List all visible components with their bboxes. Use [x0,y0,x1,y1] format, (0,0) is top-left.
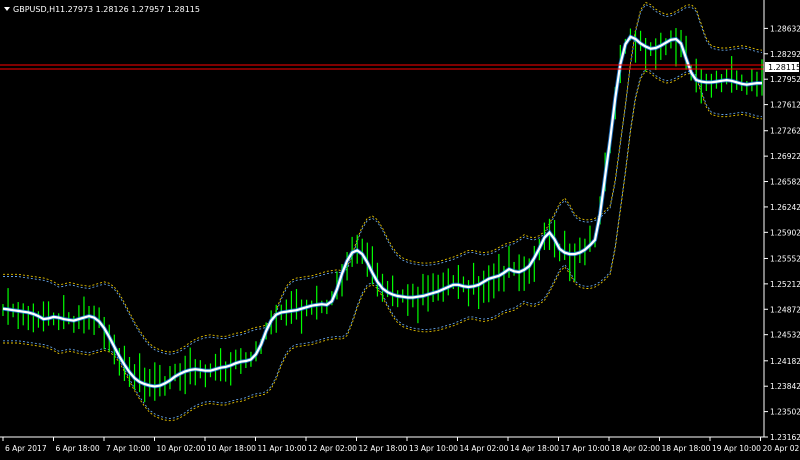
y-tick-label: 1.25212 [770,280,800,289]
y-tick-label: 1.27262 [770,127,800,136]
x-tick-label: 6 Apr 2017 [5,444,47,453]
x-tick-label: 17 Apr 10:00 [561,444,610,453]
x-tick-label: 18 Apr 18:00 [662,444,711,453]
x-tick-label: 19 Apr 10:00 [712,444,761,453]
x-tick-label: 18 Apr 02:00 [611,444,660,453]
y-tick-label: 1.23502 [770,408,800,417]
x-tick-label: 6 Apr 18:00 [56,444,100,453]
x-tick-label: 13 Apr 10:00 [409,444,458,453]
y-tick-label: 1.24532 [770,331,800,340]
x-tick-label: 10 Apr 18:00 [207,444,256,453]
x-tick-label: 12 Apr 02:00 [308,444,357,453]
y-tick-label: 1.23842 [770,382,800,391]
symbol-label: GBPUSD,H1 [13,5,60,14]
current-price-marker: 1.28115 [765,62,800,72]
y-tick-label: 1.27952 [770,75,800,84]
y-tick-label: 1.23162 [770,433,800,442]
y-tick-label: 1.27612 [770,101,800,110]
y-tick-label: 1.26582 [770,178,800,187]
y-tick-label: 1.24182 [770,357,800,366]
x-tick-label: 14 Apr 18:00 [510,444,559,453]
chart-header: GBPUSD,H1 1.27973 1.28126 1.27957 1.2811… [4,5,200,14]
current-price-label: 1.28115 [768,63,800,72]
y-tick-label: 1.26922 [770,152,800,161]
chart-background [0,0,800,456]
y-tick-label: 1.26242 [770,203,800,212]
x-tick-label: 12 Apr 18:00 [359,444,408,453]
y-tick-label: 1.25552 [770,254,800,263]
ohlc-label: 1.27973 1.28126 1.27957 1.28115 [60,5,200,14]
y-tick-label: 1.24872 [770,305,800,314]
y-tick-label: 1.25902 [770,228,800,237]
y-tick-label: 1.28632 [770,24,800,33]
x-tick-label: 11 Apr 10:00 [258,444,307,453]
chart-canvas[interactable]: GBPUSD,H1 1.27973 1.28126 1.27957 1.2811… [0,0,800,456]
y-tick-label: 1.28292 [770,50,800,59]
x-tick-label: 20 Apr 02:00 [763,444,800,453]
x-tick-label: 14 Apr 02:00 [460,444,509,453]
price-chart[interactable]: GBPUSD,H1 1.27973 1.28126 1.27957 1.2811… [0,0,800,456]
x-tick-label: 10 Apr 02:00 [157,444,206,453]
x-tick-label: 7 Apr 10:00 [106,444,150,453]
